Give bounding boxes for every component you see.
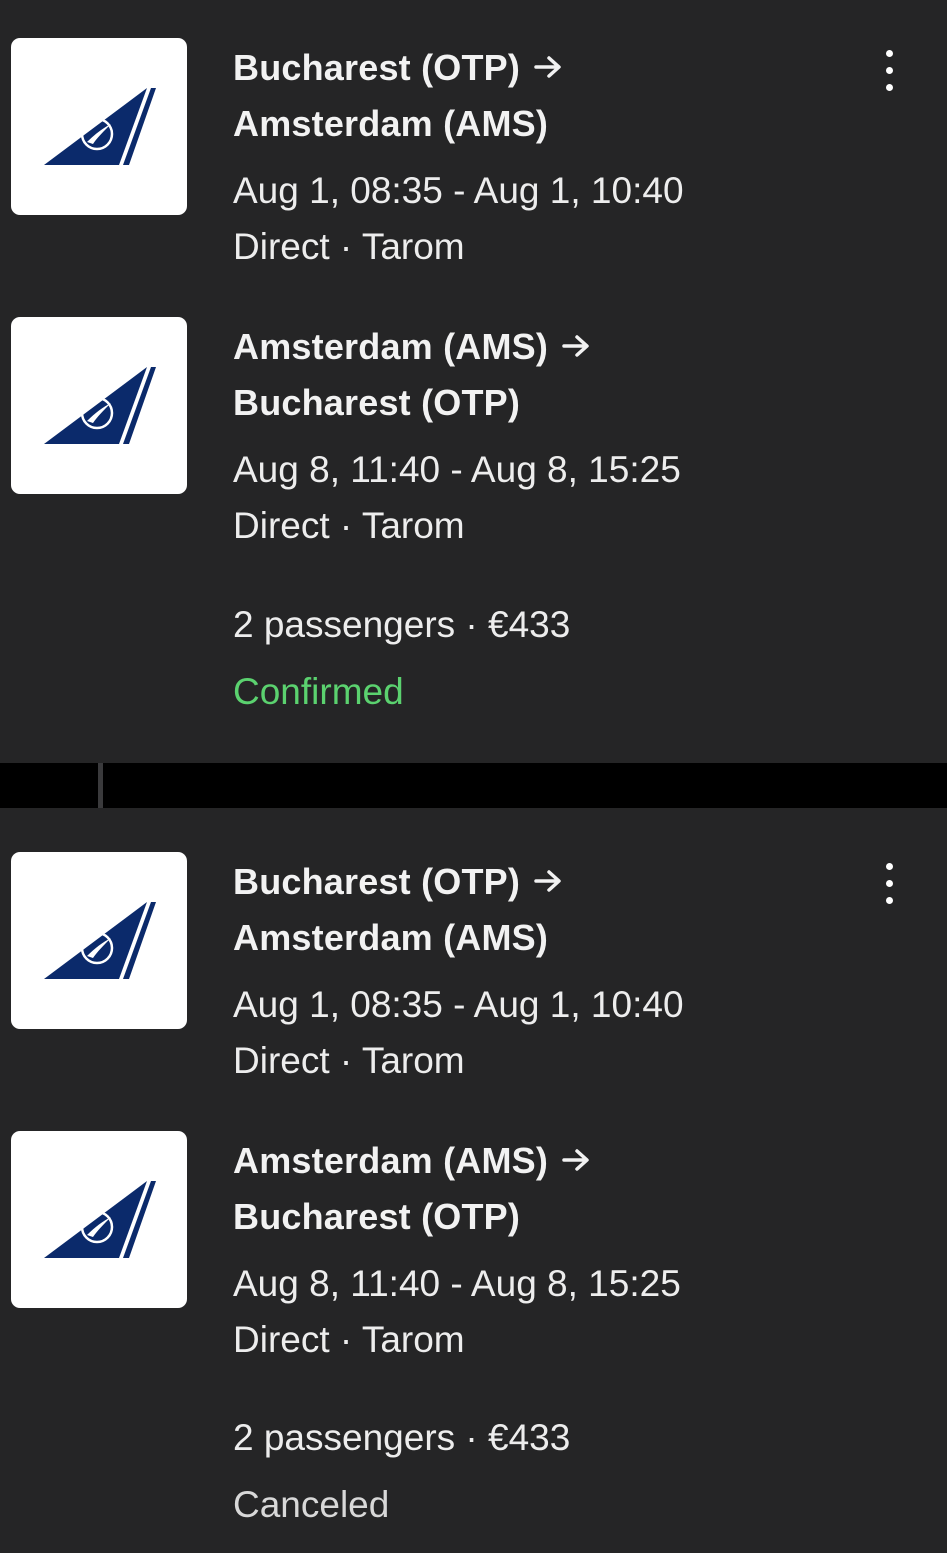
flight-details: Direct · Tarom — [233, 505, 465, 546]
flight-leg-return[interactable]: Amsterdam (AMS) Bucharest (OTP) Aug 8, 1… — [0, 1131, 947, 1371]
destination-label: Amsterdam (AMS) — [233, 103, 549, 144]
booking-card[interactable]: Bucharest (OTP) Amsterdam (AMS) Aug 1, 0… — [0, 0, 947, 763]
divider-mark — [98, 763, 103, 808]
origin-label: Bucharest (OTP) — [233, 47, 521, 88]
destination-label: Amsterdam (AMS) — [233, 917, 549, 958]
tarom-tail-logo — [11, 1131, 187, 1308]
destination-label: Bucharest (OTP) — [233, 1196, 521, 1237]
arrow-right-icon — [562, 335, 589, 358]
status-label: Confirmed — [233, 671, 404, 712]
origin-label: Amsterdam (AMS) — [233, 1140, 549, 1181]
flight-times: Aug 8, 11:40 - Aug 8, 15:25 — [233, 449, 681, 490]
flight-details: Direct · Tarom — [233, 1040, 465, 1081]
origin-label: Bucharest (OTP) — [233, 861, 521, 902]
tarom-tail-logo — [11, 852, 187, 1029]
flight-times: Aug 1, 08:35 - Aug 1, 10:40 — [233, 170, 684, 211]
flight-leg-outbound[interactable]: Bucharest (OTP) Amsterdam (AMS) Aug 1, 0… — [0, 852, 947, 1092]
section-divider — [0, 763, 947, 808]
origin-label: Amsterdam (AMS) — [233, 326, 549, 367]
arrow-right-icon — [534, 56, 561, 79]
arrow-right-icon — [562, 1149, 589, 1172]
status-label: Canceled — [233, 1484, 390, 1525]
booking-summary: 2 passengers · €433 — [233, 604, 571, 645]
tarom-tail-logo — [11, 317, 187, 494]
tarom-tail-logo — [11, 38, 187, 215]
flight-details: Direct · Tarom — [233, 226, 465, 267]
flight-times: Aug 1, 08:35 - Aug 1, 10:40 — [233, 984, 684, 1025]
flight-times: Aug 8, 11:40 - Aug 8, 15:25 — [233, 1263, 681, 1304]
flight-details: Direct · Tarom — [233, 1319, 465, 1360]
booking-summary: 2 passengers · €433 — [233, 1417, 571, 1458]
flight-leg-return[interactable]: Amsterdam (AMS) Bucharest (OTP) Aug 8, 1… — [0, 317, 947, 557]
arrow-right-icon — [534, 870, 561, 893]
flight-leg-outbound[interactable]: Bucharest (OTP) Amsterdam (AMS) Aug 1, 0… — [0, 38, 947, 278]
destination-label: Bucharest (OTP) — [233, 382, 521, 423]
booking-card[interactable]: Bucharest (OTP) Amsterdam (AMS) Aug 1, 0… — [0, 808, 947, 1553]
